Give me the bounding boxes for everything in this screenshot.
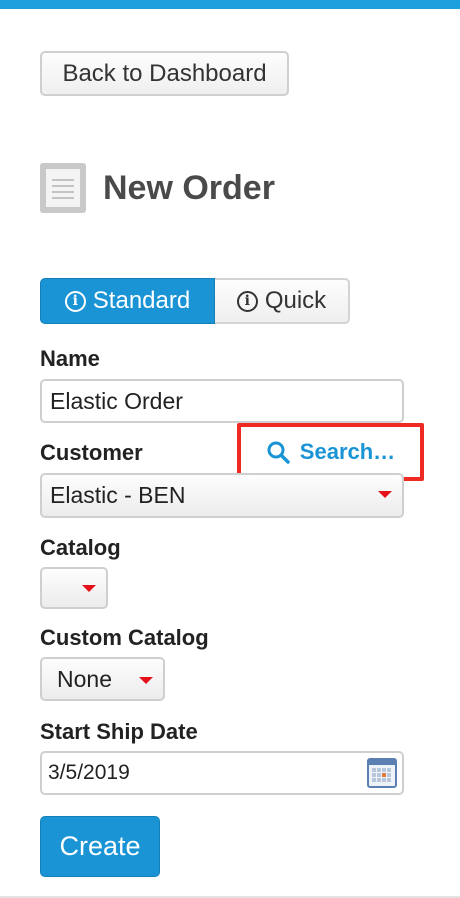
dropdown-caret-icon xyxy=(378,491,392,498)
page-header: New Order xyxy=(40,160,275,216)
catalog-select[interactable] xyxy=(40,567,108,609)
custom-catalog-select[interactable]: None xyxy=(40,657,165,701)
start-ship-date-input[interactable]: 3/5/2019 xyxy=(40,751,404,795)
top-accent-bar xyxy=(0,0,460,9)
search-label: Search… xyxy=(299,439,396,464)
document-icon xyxy=(40,163,86,213)
order-mode-toggle: i Standard i Quick xyxy=(40,278,350,324)
create-button[interactable]: Create xyxy=(40,816,160,877)
tab-standard[interactable]: i Standard xyxy=(40,278,215,324)
custom-catalog-selected-value: None xyxy=(57,665,112,692)
tab-standard-label: Standard xyxy=(92,287,191,314)
page-title: New Order xyxy=(103,168,275,207)
tab-quick-label: Quick xyxy=(264,287,327,314)
name-input[interactable]: Elastic Order xyxy=(40,379,404,423)
customer-search-link[interactable]: Search… xyxy=(266,439,395,465)
catalog-label: Catalog xyxy=(40,535,121,560)
tab-quick[interactable]: i Quick xyxy=(215,278,350,324)
start-ship-date-label: Start Ship Date xyxy=(40,719,198,744)
customer-select[interactable]: Elastic - BEN xyxy=(40,473,404,518)
info-icon: i xyxy=(236,290,258,312)
calendar-icon[interactable] xyxy=(367,758,397,788)
customer-selected-value: Elastic - BEN xyxy=(50,482,186,508)
search-icon xyxy=(267,441,290,464)
back-to-dashboard-button[interactable]: Back to Dashboard xyxy=(40,51,289,96)
custom-catalog-label: Custom Catalog xyxy=(40,625,209,650)
customer-label: Customer xyxy=(40,440,143,465)
dropdown-caret-icon xyxy=(82,585,96,592)
dropdown-caret-icon xyxy=(139,677,153,684)
name-label: Name xyxy=(40,346,100,371)
info-icon: i xyxy=(64,290,86,312)
